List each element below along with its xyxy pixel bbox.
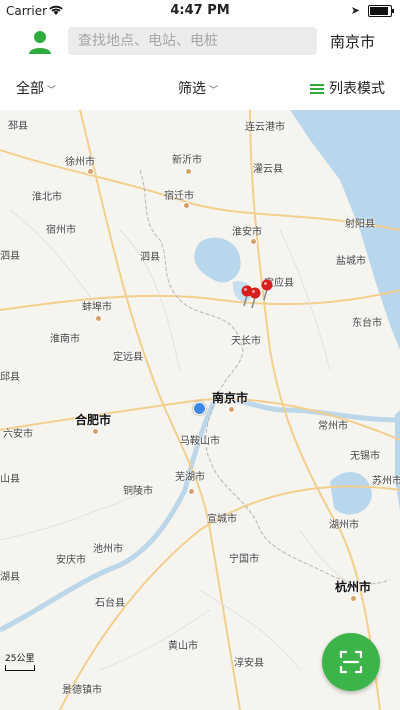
map-city-label: 宣城市 [207, 514, 237, 525]
map-city-label: 蚌埠市 [82, 302, 112, 313]
map-city-label: 泗县 [140, 252, 160, 263]
filter-screen-dropdown[interactable]: 筛选 ﹀ [178, 78, 218, 98]
map-city-label: 宿州市 [46, 225, 76, 236]
scan-icon [339, 650, 363, 674]
location-arrow-icon: ➤ [350, 4, 360, 17]
chevron-down-icon: ﹀ [209, 86, 219, 96]
current-location-marker [193, 402, 206, 415]
scale-bar [5, 665, 35, 671]
map-city-label: 湖县 [0, 572, 20, 583]
map-city-label: 黄山市 [168, 641, 198, 652]
map-city-label-major: 杭州市 [335, 580, 372, 594]
list-mode-label: 列表模式 [329, 81, 385, 97]
map-city-label-major: 南京市 [212, 391, 249, 405]
map-city-label: 六安市 [3, 429, 33, 440]
map-scale: 25公里 [5, 651, 35, 671]
city-dot [350, 595, 357, 602]
map-city-label: 天长市 [231, 336, 261, 347]
map-city-label: 徐州市 [65, 157, 95, 168]
user-icon[interactable] [27, 29, 53, 57]
map-city-label: 灌云县 [253, 164, 283, 175]
map-city-label: 山县 [0, 474, 20, 485]
map-view[interactable]: 邳县 连云港市 徐州市 新沂市 灌云县 淮北市 宿迁市 淮安市 射阳县 宿州市 … [0, 110, 400, 710]
map-city-label: 铜陵市 [123, 486, 153, 497]
filter-all-dropdown[interactable]: 全部 ﹀ [16, 78, 56, 98]
city-dot [92, 428, 99, 435]
map-city-label: 马鞍山市 [180, 436, 220, 447]
clock: 4:47 PM [170, 3, 230, 18]
search-input[interactable]: 查找地点、电站、电桩 [68, 27, 317, 55]
list-icon [310, 82, 324, 96]
map-city-label: 淮南市 [50, 334, 80, 345]
status-bar: Carrier 4:47 PM ➤ [0, 0, 400, 22]
map-city-label: 新沂市 [172, 155, 202, 166]
map-city-label: 池州市 [93, 544, 123, 555]
city-selector[interactable]: 南京市 [330, 31, 375, 52]
map-city-label: 淮北市 [32, 192, 62, 203]
scan-button[interactable] [322, 633, 380, 691]
city-dot [183, 202, 190, 209]
scale-label: 25公里 [5, 654, 35, 664]
map-city-label: 连云港市 [245, 122, 285, 133]
map-city-label: 无锡市 [350, 451, 380, 462]
filter-screen-label: 筛选 [178, 81, 206, 97]
map-city-label: 邱县 [0, 372, 20, 383]
map-city-label-major: 合肥市 [75, 413, 112, 427]
map-city-label: 安庆市 [56, 555, 86, 566]
map-city-label: 石台县 [95, 598, 125, 609]
map-city-label: 定远县 [113, 352, 143, 363]
map-city-label: 苏州市 [372, 476, 400, 487]
map-city-label: 湖州市 [329, 520, 359, 531]
city-dot [87, 168, 94, 175]
battery-icon [368, 5, 394, 17]
city-dot [95, 315, 102, 322]
map-city-label: 宁国市 [229, 554, 259, 565]
map-city-label: 宿迁市 [164, 191, 194, 202]
header: 查找地点、电站、电桩 南京市 [0, 22, 400, 66]
map-city-label: 盐城市 [336, 256, 366, 267]
map-city-label: 景德镇市 [62, 685, 102, 696]
map-city-label: 射阳县 [345, 219, 375, 230]
city-dot [188, 488, 195, 495]
list-mode-button[interactable]: 列表模式 [310, 78, 385, 98]
city-dot [228, 406, 235, 413]
map-city-label: 淮安市 [232, 227, 262, 238]
filter-bar: 全部 ﹀ 筛选 ﹀ 列表模式 [0, 66, 400, 110]
map-city-label: 东台市 [352, 318, 382, 329]
map-city-label: 芜湖市 [175, 472, 205, 483]
chevron-down-icon: ﹀ [47, 86, 57, 96]
map-city-label: 泗县 [0, 251, 20, 262]
city-dot [185, 168, 192, 175]
station-pin-icon[interactable] [260, 279, 274, 301]
map-city-label: 常州市 [318, 421, 348, 432]
city-dot [250, 238, 257, 245]
map-city-label: 邳县 [8, 121, 28, 132]
filter-all-label: 全部 [16, 81, 44, 97]
map-city-label: 淳安县 [234, 658, 264, 669]
